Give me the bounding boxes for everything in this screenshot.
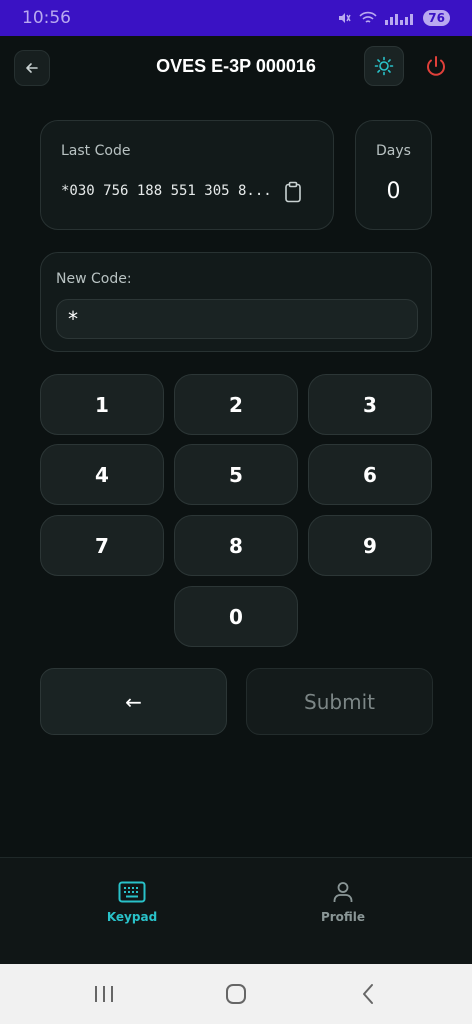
new-code-card: New Code: (40, 252, 432, 352)
nav-item-profile[interactable]: Profile (283, 880, 403, 924)
key-3[interactable]: 3 (308, 374, 432, 435)
theme-toggle-button[interactable] (364, 46, 404, 86)
bottom-nav: Keypad Profile (0, 857, 472, 964)
key-4[interactable]: 4 (40, 444, 164, 505)
new-code-input[interactable] (56, 299, 418, 339)
sun-icon (374, 56, 394, 76)
chevron-left-icon (363, 984, 373, 1004)
app-bar: OVES E-3P 000016 (0, 36, 472, 100)
home-button[interactable] (222, 982, 250, 1006)
backspace-button[interactable]: ← (40, 668, 227, 735)
clipboard-icon[interactable] (284, 181, 302, 203)
key-6[interactable]: 6 (308, 444, 432, 505)
person-icon (333, 882, 353, 902)
nav-label-keypad: Keypad (106, 910, 158, 924)
status-bar: 10:56 76 (0, 0, 472, 36)
new-code-label: New Code: (56, 271, 132, 287)
key-9[interactable]: 9 (308, 515, 432, 576)
system-back-button[interactable] (354, 982, 382, 1006)
days-label: Days (376, 143, 411, 159)
last-code-value: *030 756 188 551 305 8... (61, 183, 272, 199)
keyboard-icon (118, 881, 146, 903)
submit-button[interactable]: Submit (246, 668, 433, 735)
key-8[interactable]: 8 (174, 515, 298, 576)
battery-level: 76 (423, 10, 450, 26)
status-time: 10:56 (22, 8, 71, 28)
status-icons: 76 (337, 10, 450, 26)
wifi-icon (359, 11, 377, 23)
days-value: 0 (386, 179, 401, 204)
key-1[interactable]: 1 (40, 374, 164, 435)
last-code-card: Last Code *030 756 188 551 305 8... (40, 120, 334, 230)
key-2[interactable]: 2 (174, 374, 298, 435)
recent-apps-icon (95, 986, 113, 1002)
mute-icon (339, 13, 351, 23)
power-icon (427, 56, 445, 76)
days-card: Days 0 (355, 120, 432, 230)
power-button[interactable] (420, 48, 452, 84)
last-code-label: Last Code (61, 143, 131, 159)
nav-label-profile: Profile (320, 910, 366, 924)
key-7[interactable]: 7 (40, 515, 164, 576)
recent-apps-button[interactable] (90, 982, 118, 1006)
signal-icon (385, 14, 414, 25)
home-icon (226, 984, 246, 1004)
system-nav-bar (0, 964, 472, 1024)
key-5[interactable]: 5 (174, 444, 298, 505)
nav-item-keypad[interactable]: Keypad (72, 880, 192, 924)
key-0[interactable]: 0 (174, 586, 298, 647)
